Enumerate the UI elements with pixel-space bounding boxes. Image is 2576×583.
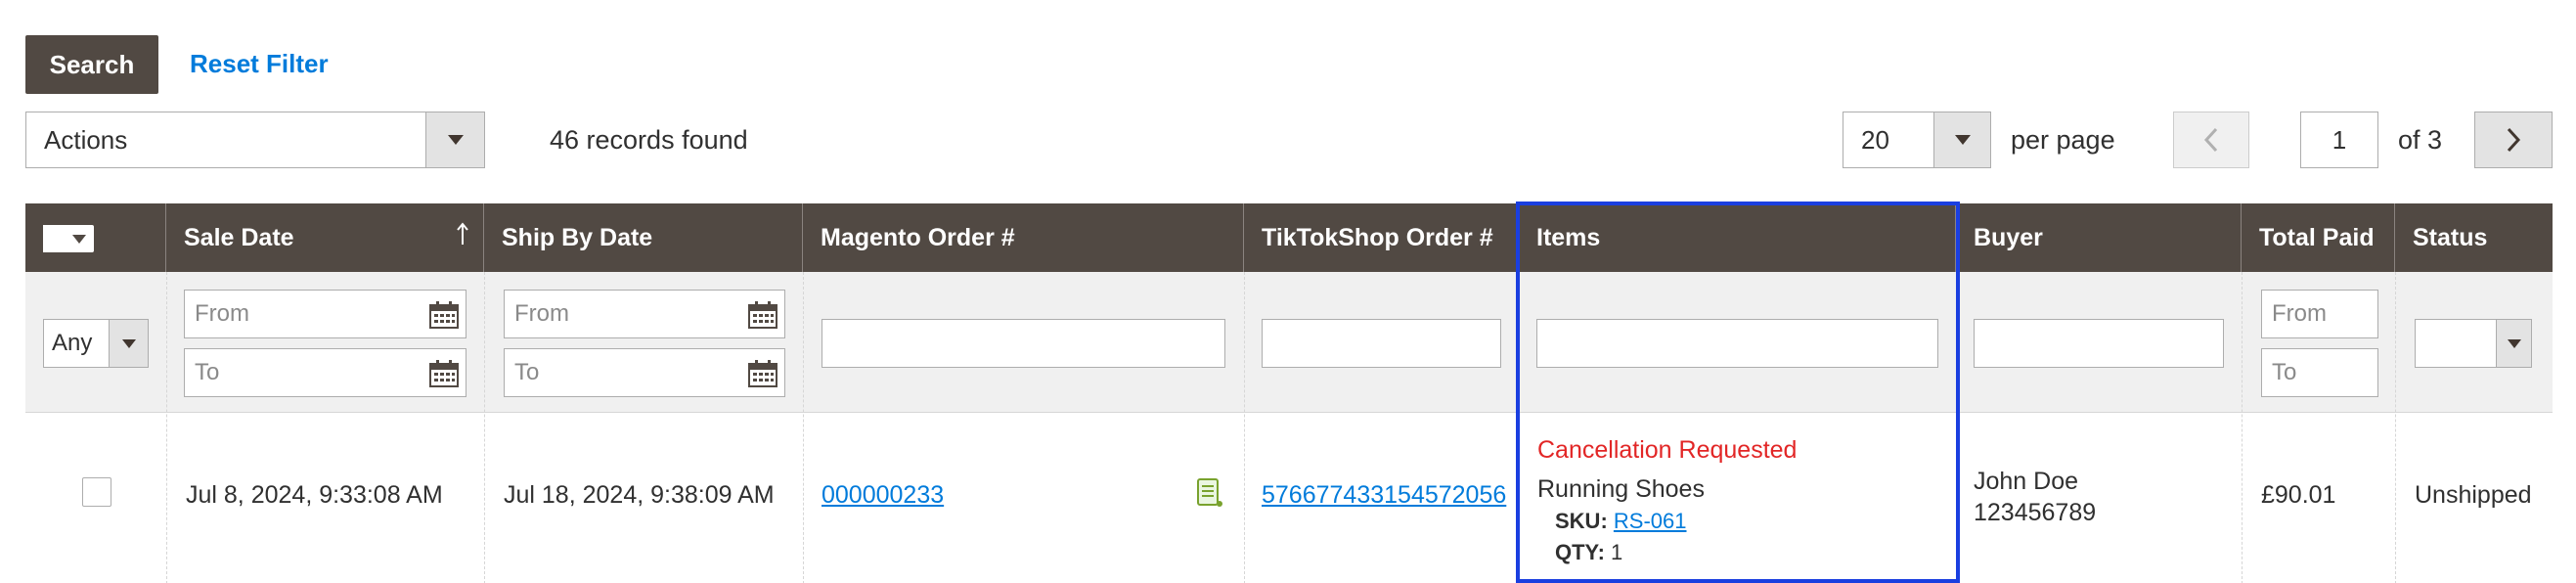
chevron-down-icon[interactable]	[2496, 320, 2531, 367]
column-divider	[1244, 272, 1245, 583]
column-divider	[484, 272, 485, 583]
actions-dropdown-label: Actions	[44, 124, 128, 155]
any-select-value: Any	[52, 330, 93, 356]
search-button[interactable]: Search	[25, 35, 158, 94]
column-header-label: Sale Date	[184, 223, 294, 251]
magento-order-filter-input[interactable]	[822, 319, 1225, 368]
actions-dropdown[interactable]: Actions	[25, 112, 485, 168]
magento-order-link[interactable]: 000000233	[822, 481, 944, 510]
mass-select-header	[25, 203, 166, 272]
sort-up-icon	[457, 222, 468, 245]
calendar-icon[interactable]	[747, 300, 778, 330]
ship-by-date-value: Jul 18, 2024, 9:38:09 AM	[504, 481, 775, 509]
table-row: Jul 8, 2024, 9:33:08 AM Jul 18, 2024, 9:…	[25, 413, 2553, 583]
column-header-label: Status	[2413, 223, 2488, 251]
calendar-icon[interactable]	[428, 359, 460, 388]
column-header-tiktok-order[interactable]: TikTokShop Order #	[1244, 203, 1519, 272]
sale-date-from-input[interactable]: From	[184, 290, 466, 338]
any-select[interactable]: Any	[43, 319, 149, 368]
column-divider	[1519, 272, 1520, 583]
qty-label: QTY:	[1555, 540, 1605, 564]
per-page-select[interactable]: 20	[1843, 112, 1991, 168]
status-filter-select[interactable]	[2415, 319, 2532, 368]
placeholder: To	[514, 359, 540, 385]
status-value: Unshipped	[2415, 481, 2532, 509]
item-name: Running Shoes	[1537, 475, 1705, 503]
items-filter-input[interactable]	[1536, 319, 1938, 368]
filter-row: Any From To From To From To	[25, 272, 2553, 413]
chevron-right-icon	[2507, 127, 2521, 153]
placeholder: From	[2272, 300, 2327, 327]
total-paid-value: £90.01	[2261, 481, 2336, 509]
placeholder: From	[195, 300, 249, 327]
column-header-ship-by-date[interactable]: Ship By Date	[484, 203, 803, 272]
column-header-magento-order[interactable]: Magento Order #	[803, 203, 1244, 272]
column-divider	[166, 272, 167, 583]
chevron-down-icon[interactable]	[109, 320, 148, 367]
column-divider	[2242, 272, 2243, 583]
per-page-label: per page	[2011, 125, 2115, 155]
ship-by-date-to-input[interactable]: To	[504, 348, 785, 397]
mass-select-dropdown[interactable]	[43, 225, 94, 252]
placeholder: From	[514, 300, 569, 327]
column-header-label: Ship By Date	[502, 223, 653, 251]
column-header-label: Buyer	[1974, 223, 2043, 251]
records-count: 46 records found	[550, 125, 748, 155]
qty-value: 1	[1611, 540, 1623, 564]
column-divider	[803, 272, 804, 583]
buyer-filter-input[interactable]	[1974, 319, 2224, 368]
sale-date-to-input[interactable]: To	[184, 348, 466, 397]
previous-page-button[interactable]	[2173, 112, 2249, 168]
column-header-sale-date[interactable]: Sale Date	[166, 203, 484, 272]
chevron-down-icon[interactable]	[425, 112, 484, 167]
placeholder: To	[195, 359, 220, 385]
total-paid-from-input[interactable]: From	[2261, 290, 2378, 338]
chevron-left-icon	[2203, 127, 2218, 153]
column-header-total-paid[interactable]: Total Paid	[2242, 203, 2395, 272]
sale-date-value: Jul 8, 2024, 9:33:08 AM	[186, 481, 443, 509]
row-select-checkbox[interactable]	[82, 477, 111, 507]
buyer-name: John Doe	[1974, 468, 2079, 495]
page-total: of 3	[2398, 125, 2443, 155]
order-note-icon[interactable]	[1195, 477, 1224, 509]
column-header-label: Magento Order #	[821, 223, 1015, 251]
item-qty: QTY: 1	[1555, 540, 1622, 565]
per-page-value: 20	[1861, 124, 1889, 155]
buyer-id: 123456789	[1974, 499, 2097, 526]
ship-by-date-from-input[interactable]: From	[504, 290, 785, 338]
tiktok-order-link[interactable]: 576677433154572056	[1262, 481, 1506, 510]
column-header-status[interactable]: Status	[2395, 203, 2553, 272]
column-divider	[1956, 272, 1957, 583]
chevron-down-icon[interactable]	[72, 235, 86, 244]
tiktok-order-filter-input[interactable]	[1262, 319, 1501, 368]
calendar-icon[interactable]	[747, 359, 778, 388]
sku-label: SKU:	[1555, 509, 1608, 533]
reset-filter-link[interactable]: Reset Filter	[190, 49, 329, 79]
sku-link[interactable]: RS-061	[1614, 509, 1687, 533]
column-header-items[interactable]: Items	[1519, 203, 1956, 272]
cancellation-notice: Cancellation Requested	[1537, 436, 1798, 464]
column-header-buyer[interactable]: Buyer	[1956, 203, 2242, 272]
calendar-icon[interactable]	[428, 300, 460, 330]
column-header-label: Total Paid	[2259, 223, 2375, 251]
mass-select-checkbox[interactable]	[43, 225, 68, 252]
next-page-button[interactable]	[2474, 112, 2553, 168]
column-header-label: Items	[1536, 223, 1601, 251]
column-divider	[2395, 272, 2396, 583]
current-page-input[interactable]	[2300, 112, 2378, 168]
item-sku: SKU: RS-061	[1555, 509, 1687, 534]
column-header-label: TikTokShop Order #	[1262, 223, 1493, 251]
chevron-down-icon[interactable]	[1933, 112, 1990, 167]
total-paid-to-input[interactable]: To	[2261, 348, 2378, 397]
placeholder: To	[2272, 359, 2297, 385]
